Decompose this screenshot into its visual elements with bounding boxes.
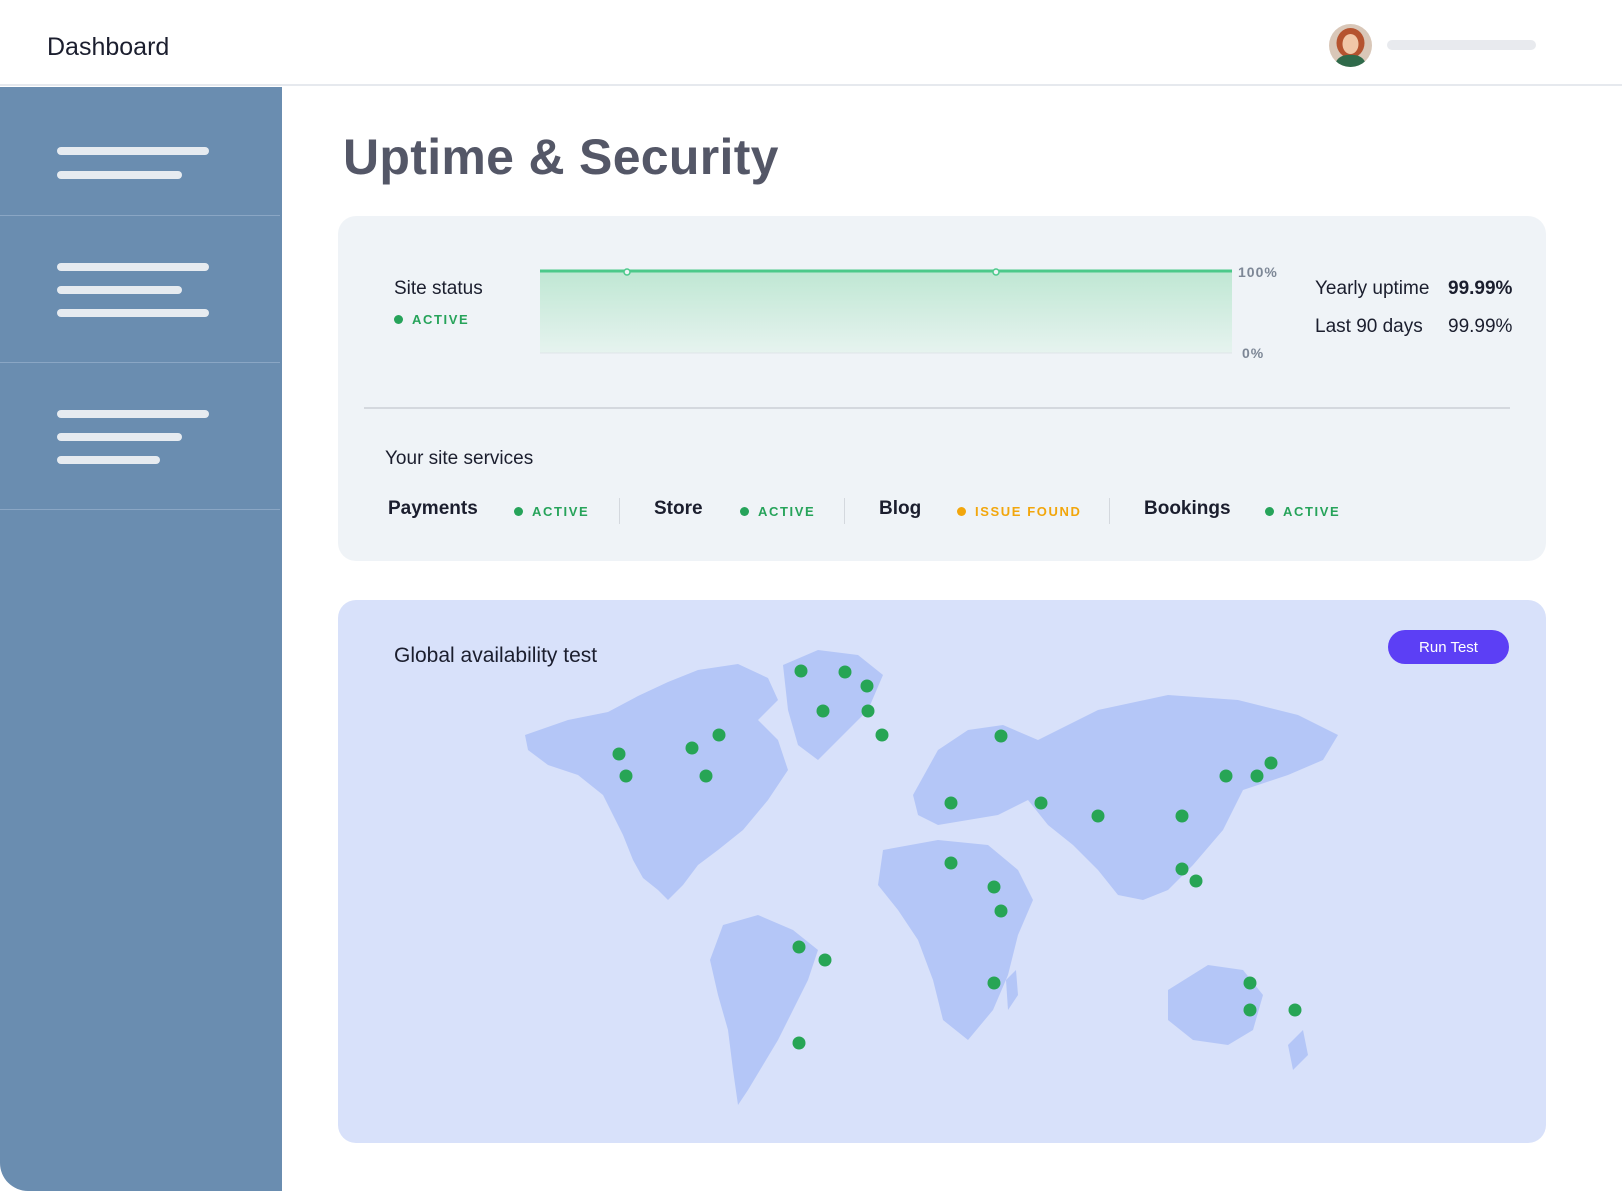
- sidebar-line: [57, 309, 209, 317]
- server-dot: [944, 856, 958, 870]
- server-dot: [794, 664, 808, 678]
- server-dot: [987, 976, 1001, 990]
- service-payments-name[interactable]: Payments: [388, 498, 478, 520]
- warning-dot-icon: [957, 507, 966, 516]
- site-status-text: ACTIVE: [412, 312, 470, 327]
- site-status-badge: ACTIVE: [394, 312, 469, 327]
- server-dot: [994, 904, 1008, 918]
- island-madagascar: [1006, 970, 1018, 1010]
- sidebar-line: [57, 286, 182, 294]
- site-status-label: Site status: [394, 278, 483, 299]
- service-bookings-name[interactable]: Bookings: [1144, 498, 1231, 520]
- chart-max-label: 100%: [1238, 264, 1278, 280]
- continent-north-america: [525, 664, 788, 900]
- server-dot: [619, 769, 633, 783]
- service-separator: [1109, 498, 1110, 524]
- continent-africa: [878, 840, 1033, 1040]
- server-dot: [1175, 862, 1189, 876]
- uptime-area: [540, 271, 1232, 353]
- server-dot: [1250, 769, 1264, 783]
- server-dot: [838, 665, 852, 679]
- last-90-days-label: Last 90 days: [1315, 316, 1423, 337]
- service-blog-status: ISSUE FOUND: [957, 504, 1081, 519]
- map-land: [525, 650, 1338, 1105]
- server-dot: [1189, 874, 1203, 888]
- uptime-marker: [623, 268, 631, 276]
- status-dot-icon: [514, 507, 523, 516]
- island-new-zealand: [1288, 1030, 1308, 1070]
- server-dot: [1034, 796, 1048, 810]
- avatar-photo-icon: [1329, 24, 1372, 67]
- global-availability-card: Global availability test Run Test: [338, 600, 1546, 1143]
- yearly-uptime-label: Yearly uptime: [1315, 278, 1430, 299]
- server-dot: [1288, 1003, 1302, 1017]
- server-dot: [792, 1036, 806, 1050]
- sidebar-line: [57, 456, 160, 464]
- server-dot: [875, 728, 889, 742]
- server-dot: [1243, 976, 1257, 990]
- last-90-days-value: 99.99%: [1448, 316, 1513, 337]
- continent-europe: [913, 725, 1048, 825]
- server-dot: [944, 796, 958, 810]
- sidebar-line: [57, 410, 209, 418]
- world-map: [525, 650, 1338, 1105]
- server-dot: [1175, 809, 1189, 823]
- yearly-uptime-value: 99.99%: [1448, 278, 1513, 299]
- service-bookings-status: ACTIVE: [1265, 504, 1340, 519]
- server-dot: [816, 704, 830, 718]
- server-dot: [860, 679, 874, 693]
- server-dot: [987, 880, 1001, 894]
- server-dot: [1243, 1003, 1257, 1017]
- server-dot: [792, 940, 806, 954]
- server-dot: [861, 704, 875, 718]
- service-status-text: ACTIVE: [532, 504, 590, 519]
- server-dot: [1091, 809, 1105, 823]
- status-dot-icon: [394, 315, 403, 324]
- run-test-button[interactable]: Run Test: [1388, 630, 1509, 664]
- availability-title: Global availability test: [394, 644, 598, 667]
- server-dot: [1219, 769, 1233, 783]
- service-status-text: ACTIVE: [1283, 504, 1341, 519]
- service-payments-status: ACTIVE: [514, 504, 589, 519]
- server-dot: [612, 747, 626, 761]
- uptime-marker: [992, 268, 1000, 276]
- sidebar-line: [57, 433, 182, 441]
- sidebar-item-2[interactable]: [0, 216, 280, 363]
- top-bar: Dashboard: [0, 0, 1622, 86]
- service-separator: [844, 498, 845, 524]
- service-separator: [619, 498, 620, 524]
- server-dot: [685, 741, 699, 755]
- server-dot: [994, 729, 1008, 743]
- service-status-text: ISSUE FOUND: [975, 504, 1082, 519]
- status-dot-icon: [740, 507, 749, 516]
- service-store-status: ACTIVE: [740, 504, 815, 519]
- chart-min-label: 0%: [1242, 345, 1265, 361]
- sidebar-line: [57, 263, 209, 271]
- sidebar-item-1[interactable]: [0, 87, 280, 216]
- server-dot: [818, 953, 832, 967]
- services-title: Your site services: [385, 448, 534, 469]
- user-name-placeholder: [1387, 40, 1536, 50]
- server-dot: [1264, 756, 1278, 770]
- service-status-text: ACTIVE: [758, 504, 816, 519]
- site-status-card: Site status ACTIVE 100% 0% Yearly uptime…: [338, 216, 1546, 561]
- sidebar-item-3[interactable]: [0, 363, 280, 510]
- status-dot-icon: [1265, 507, 1274, 516]
- server-dot: [712, 728, 726, 742]
- app-title: Dashboard: [47, 33, 170, 61]
- sidebar-line: [57, 171, 182, 179]
- uptime-chart: [540, 268, 1232, 354]
- server-dot: [699, 769, 713, 783]
- service-store-name[interactable]: Store: [654, 498, 703, 520]
- service-blog-name[interactable]: Blog: [879, 498, 921, 520]
- sidebar-line: [57, 147, 209, 155]
- page-title: Uptime & Security: [343, 129, 779, 185]
- sidebar: [0, 87, 282, 1191]
- card-divider: [364, 407, 1510, 409]
- user-avatar[interactable]: [1329, 24, 1372, 67]
